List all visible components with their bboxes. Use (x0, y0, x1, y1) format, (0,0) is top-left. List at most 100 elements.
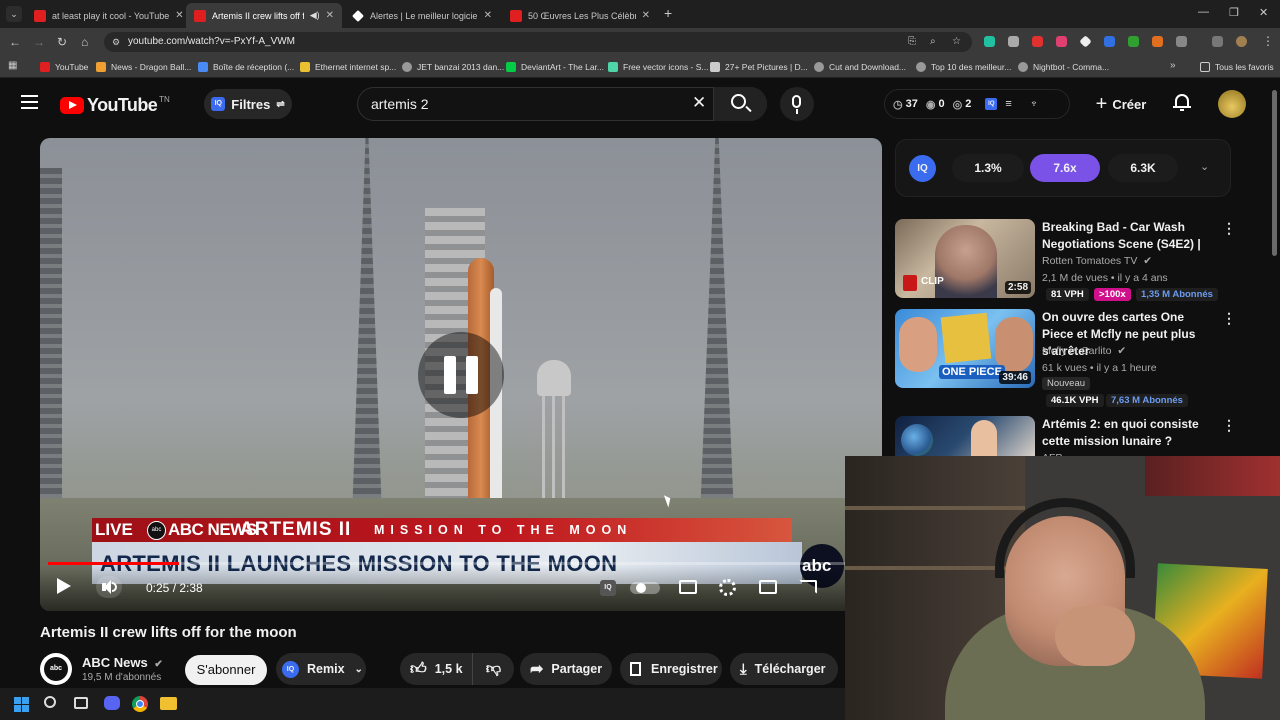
browser-menu-icon[interactable]: ⋮ (1262, 34, 1274, 48)
extension-pink-icon[interactable] (1056, 36, 1067, 47)
extension-orange-icon[interactable] (1152, 36, 1163, 47)
dislike-button[interactable]: 👎︎ (472, 653, 514, 685)
tab-0[interactable]: at least play it cool - YouTube ✕ (26, 3, 184, 28)
pause-overlay[interactable] (418, 332, 504, 418)
notifications-bell-icon[interactable] (1173, 93, 1191, 111)
video-thumbnail[interactable] (895, 416, 1035, 456)
windows-start-icon[interactable] (14, 697, 29, 712)
page-scrollbar[interactable] (1272, 90, 1277, 256)
close-icon[interactable]: ✕ (478, 10, 492, 21)
channel-name[interactable]: ABC News ✔ (82, 655, 163, 670)
all-bookmarks[interactable]: Tous les favoris (1200, 60, 1274, 74)
video-thumbnail[interactable]: CLIP 2:58 (895, 219, 1035, 298)
window-close-icon[interactable]: ✕ (1259, 6, 1268, 19)
chevron-down-icon[interactable]: ⌄ (1200, 160, 1209, 173)
video-title[interactable]: Artémis 2: en quoi consiste cette missio… (1042, 416, 1212, 450)
clear-search-icon[interactable]: ✕ (692, 93, 706, 113)
cast-icon[interactable] (799, 580, 817, 594)
extension-lime-icon[interactable] (1128, 36, 1139, 47)
more-options-icon[interactable]: ⋮ (1222, 220, 1236, 237)
new-tab-icon[interactable]: + (664, 5, 672, 21)
back-icon[interactable]: ← (9, 35, 21, 49)
bookmark-item[interactable]: Nightbot - Comma... (1018, 60, 1109, 74)
tab-1[interactable]: Artemis II crew lifts off for t ◀) ✕ (186, 3, 342, 28)
menu-lines-icon[interactable] (1212, 36, 1223, 47)
search-input[interactable]: artemis 2 ✕ (357, 87, 767, 121)
theater-mode-icon[interactable] (759, 580, 777, 594)
restore-icon[interactable]: ❐ (1229, 6, 1239, 19)
channel-avatar[interactable]: abc (40, 653, 72, 685)
install-icon[interactable]: ⎘ (908, 32, 916, 52)
save-button[interactable]: Enregistrer (620, 653, 722, 685)
close-icon[interactable]: ✕ (169, 10, 183, 21)
bookmark-item[interactable]: JET banzai 2013 dan... (402, 60, 504, 74)
reload-icon[interactable]: ↻ (57, 35, 67, 49)
views-chip[interactable]: 6.3K (1108, 154, 1178, 182)
address-bar[interactable]: ⚙ youtube.com/watch?v=-PxYf-A_VWM ⎘ ⌕ ☆ (104, 32, 972, 52)
close-icon[interactable]: ✕ (636, 10, 650, 21)
video-title[interactable]: Breaking Bad - Car Wash Negotiations Sce… (1042, 219, 1212, 253)
iq-player-icon[interactable]: IQ (600, 580, 616, 596)
bookmark-item[interactable]: Free vector icons - S... (608, 60, 709, 74)
tab-2[interactable]: Alertes | Le meilleur logiciel po ✕ (344, 3, 500, 28)
extension-camera-icon[interactable] (1008, 36, 1019, 47)
site-info-icon[interactable]: ⚙ (112, 32, 120, 52)
download-button[interactable]: ⤓ Télécharger (730, 653, 838, 685)
extension-blue-icon[interactable] (1104, 36, 1115, 47)
filters-button[interactable]: IQ Filtres ⇌ (204, 89, 292, 119)
file-explorer-icon[interactable] (160, 697, 177, 710)
subtitles-icon[interactable] (679, 580, 697, 594)
progress-bar[interactable] (48, 562, 874, 565)
close-icon[interactable]: ✕ (320, 10, 334, 21)
iq-logo[interactable]: IQ (909, 155, 936, 182)
create-button[interactable]: + Créer (1088, 89, 1154, 119)
channel-name[interactable]: Mcfly et Carlito ✔ (1042, 345, 1126, 357)
extension-green-icon[interactable] (984, 36, 995, 47)
more-options-icon[interactable]: ⋮ (1222, 310, 1236, 327)
more-bookmarks-icon[interactable]: » (1170, 60, 1176, 71)
bookmark-item[interactable]: Boîte de réception (... (198, 60, 294, 74)
like-button[interactable]: 👍︎ 1,5 k (400, 653, 472, 685)
voice-search-button[interactable] (780, 87, 814, 121)
video-thumbnail[interactable]: ONE PIECE 39:46 (895, 309, 1035, 388)
search-button[interactable] (713, 87, 767, 121)
bookmark-item[interactable]: Top 10 des meilleur... (916, 60, 1011, 74)
remix-button[interactable]: IQ Remix ⌄ (276, 653, 366, 685)
bookmark-item[interactable]: 27+ Pet Pictures | D... (710, 60, 808, 74)
channel-name[interactable]: Rotten Tomatoes TV ✔ (1042, 255, 1152, 267)
extension-red-icon[interactable] (1032, 36, 1043, 47)
share-button[interactable]: ➦ Partager (520, 653, 612, 685)
autoplay-toggle[interactable] (630, 582, 660, 594)
extensions-puzzle-icon[interactable] (1176, 36, 1187, 47)
home-icon[interactable]: ⌂ (81, 35, 88, 49)
volume-icon[interactable] (96, 576, 122, 598)
bookmark-item[interactable]: Cut and Download... (814, 60, 906, 74)
discord-icon[interactable] (104, 696, 120, 710)
speaker-icon[interactable]: ◀) (310, 10, 320, 21)
task-view-icon[interactable] (74, 697, 88, 709)
bookmark-item[interactable]: DeviantArt - The Lar... (506, 60, 604, 74)
tab-search-icon[interactable]: ⌄ (6, 6, 22, 22)
bookmark-item[interactable]: YouTube (40, 60, 88, 74)
apps-grid-icon[interactable]: ▦ (8, 60, 17, 71)
bookmark-item[interactable]: News - Dragon Ball... (96, 60, 191, 74)
bookmark-item[interactable]: Ethernet internet sp... (300, 60, 396, 74)
bookmark-star-icon[interactable]: ☆ (952, 32, 961, 52)
menu-icon[interactable] (21, 95, 38, 109)
forward-icon[interactable]: → (33, 35, 45, 49)
taskbar-search-icon[interactable] (44, 696, 56, 708)
profile-avatar[interactable] (1236, 36, 1247, 47)
account-avatar[interactable] (1218, 90, 1246, 118)
minimize-icon[interactable]: — (1198, 6, 1209, 18)
more-options-icon[interactable]: ⋮ (1222, 417, 1236, 434)
settings-gear-icon[interactable] (719, 579, 736, 596)
subscribe-button[interactable]: S'abonner (185, 655, 267, 685)
zoom-icon[interactable]: ⌕ (930, 32, 936, 52)
tab-3[interactable]: 50 Œuvres Les Plus Célèbres de ✕ (502, 3, 658, 28)
multiplier-chip[interactable]: 7.6x (1030, 154, 1100, 182)
vidiq-stats-bar[interactable]: ◷ 37 ◉ 0 ◎ 2 IQ ≡ ♆ (884, 89, 1070, 119)
chrome-icon[interactable] (132, 696, 148, 712)
youtube-logo[interactable]: YouTube TN (60, 95, 170, 116)
engagement-chip[interactable]: 1.3% (952, 154, 1024, 182)
play-button[interactable] (57, 578, 71, 594)
